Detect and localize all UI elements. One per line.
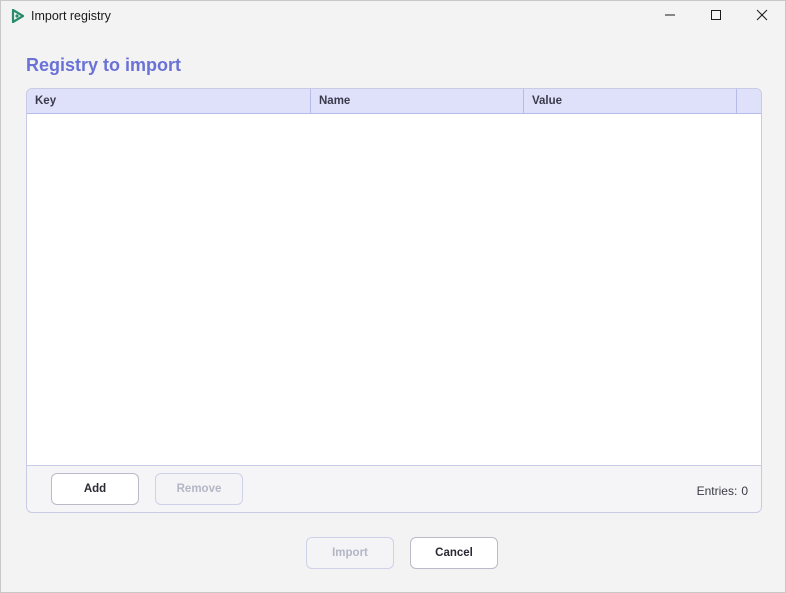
table-body[interactable]	[27, 114, 761, 466]
column-header-key[interactable]: Key	[27, 89, 311, 113]
cancel-button[interactable]: Cancel	[410, 537, 498, 569]
title-bar[interactable]: Import registry	[1, 1, 785, 32]
close-icon	[756, 8, 768, 26]
column-header-name[interactable]: Name	[311, 89, 524, 113]
app-logo-icon	[11, 8, 25, 24]
maximize-button[interactable]	[693, 1, 739, 32]
minimize-button[interactable]	[647, 1, 693, 32]
close-button[interactable]	[739, 1, 785, 32]
window-title: Import registry	[31, 9, 111, 23]
table-header: Key Name Value	[27, 89, 761, 114]
entries-count: Entries: 0	[697, 484, 748, 498]
import-button[interactable]: Import	[306, 537, 394, 569]
remove-button[interactable]: Remove	[155, 473, 243, 505]
column-header-value[interactable]: Value	[524, 89, 737, 113]
page-title: Registry to import	[26, 55, 182, 75]
import-registry-window: Import registry Registry to import Key N…	[0, 0, 786, 593]
registry-table-panel: Key Name Value Add Remove Entries: 0	[26, 88, 762, 513]
maximize-icon	[710, 8, 722, 26]
entries-value: 0	[741, 484, 748, 498]
add-button[interactable]: Add	[51, 473, 139, 505]
minimize-icon	[664, 8, 676, 26]
entries-label: Entries:	[696, 484, 738, 498]
column-header-filler	[737, 89, 761, 113]
